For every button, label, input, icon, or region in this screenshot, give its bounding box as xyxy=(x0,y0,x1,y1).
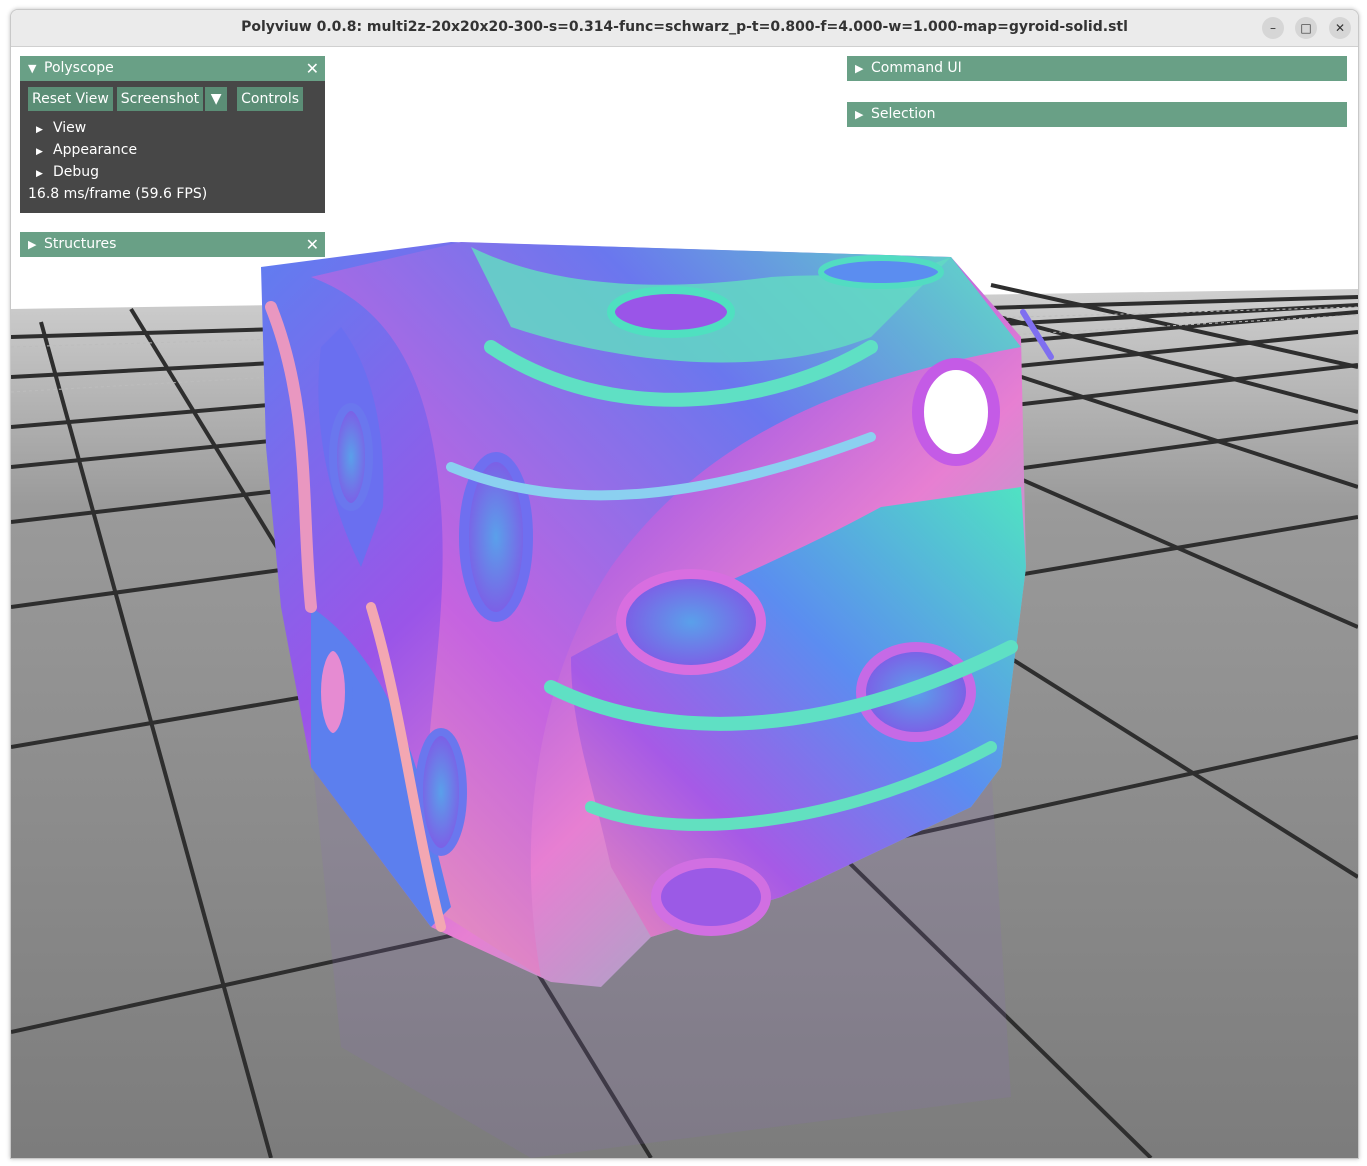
screenshot-dropdown-icon[interactable]: ▼ xyxy=(205,87,228,111)
tree-item-label: Appearance xyxy=(53,142,138,158)
close-icon[interactable]: ✕ xyxy=(1329,17,1351,39)
polyscope-panel: ▼ Polyscope ✕ Reset View Screenshot ▼ Contro… xyxy=(20,56,325,213)
selection-panel-header[interactable]: ▶ Selection xyxy=(847,102,1347,127)
triangle-right-icon: ▶ xyxy=(36,169,43,179)
3d-viewport[interactable] xyxy=(11,47,1358,1158)
triangle-right-icon[interactable]: ▶ xyxy=(855,102,871,127)
minimize-icon[interactable]: – xyxy=(1262,17,1284,39)
window-title: Polyviuw 0.0.8: multi2z-20x20x20-300-s=0… xyxy=(241,19,1128,35)
polyscope-panel-title: Polyscope xyxy=(44,60,114,76)
polyscope-panel-body: Reset View Screenshot ▼ Controls ▶ View ▶ App… xyxy=(20,81,325,213)
structures-panel: ▶ Structures ✕ xyxy=(20,232,325,257)
triangle-right-icon: ▶ xyxy=(36,125,43,135)
selection-panel: ▶ Selection xyxy=(847,102,1347,127)
tree-item-appearance[interactable]: ▶ Appearance xyxy=(28,139,317,161)
triangle-right-icon[interactable]: ▶ xyxy=(28,232,44,257)
close-x-icon[interactable]: ✕ xyxy=(306,232,319,257)
structures-panel-header[interactable]: ▶ Structures ✕ xyxy=(20,232,325,257)
triangle-down-icon[interactable]: ▼ xyxy=(28,56,44,81)
selection-panel-title: Selection xyxy=(871,106,936,122)
polyscope-panel-header[interactable]: ▼ Polyscope ✕ xyxy=(20,56,325,81)
tree-item-label: View xyxy=(53,120,87,136)
command-ui-panel: ▶ Command UI xyxy=(847,56,1347,81)
title-bar[interactable]: Polyviuw 0.0.8: multi2z-20x20x20-300-s=0… xyxy=(11,10,1358,47)
command-ui-panel-header[interactable]: ▶ Command UI xyxy=(847,56,1347,81)
screenshot-button[interactable]: Screenshot xyxy=(116,87,204,111)
tree-item-view[interactable]: ▶ View xyxy=(28,117,317,139)
tree-item-debug[interactable]: ▶ Debug xyxy=(28,161,317,183)
maximize-icon[interactable]: □ xyxy=(1295,17,1317,39)
fps-readout: 16.8 ms/frame (59.6 FPS) xyxy=(28,186,208,202)
structures-panel-title: Structures xyxy=(44,236,117,252)
tree-item-label: Debug xyxy=(53,164,100,180)
reset-view-button[interactable]: Reset View xyxy=(28,87,113,111)
controls-button[interactable]: Controls xyxy=(237,87,304,111)
triangle-right-icon[interactable]: ▶ xyxy=(855,56,871,81)
command-ui-panel-title: Command UI xyxy=(871,60,962,76)
close-x-icon[interactable]: ✕ xyxy=(306,56,319,81)
triangle-right-icon: ▶ xyxy=(36,147,43,157)
